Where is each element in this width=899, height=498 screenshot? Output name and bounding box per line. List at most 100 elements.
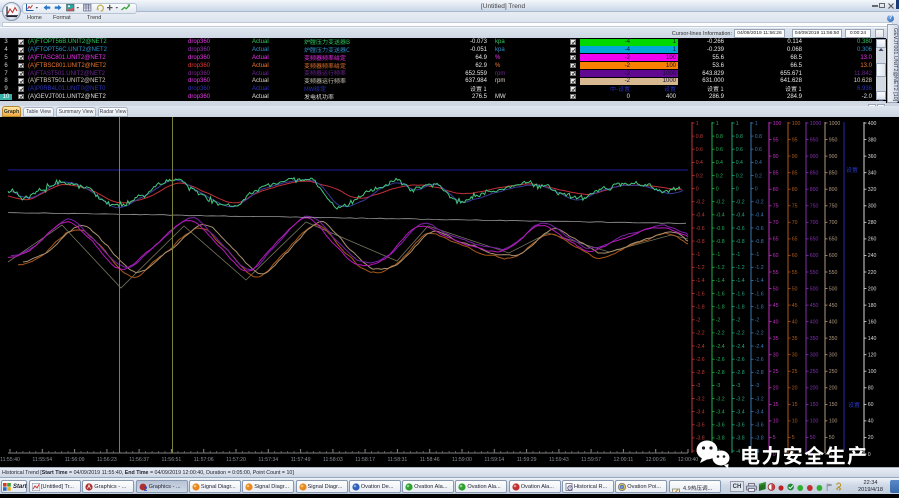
svg-text:11:56:51: 11:56:51: [161, 457, 181, 463]
svg-text:11:59:00: 11:59:00: [452, 457, 472, 463]
svg-text:320: 320: [868, 187, 877, 193]
svg-text:-1.6: -1.6: [716, 291, 725, 297]
svg-text:150: 150: [810, 402, 819, 408]
svg-text:-2.4: -2.4: [716, 344, 725, 350]
svg-text:11:58:31: 11:58:31: [387, 457, 407, 463]
svg-text:10: 10: [773, 419, 779, 425]
svg-text:-2.6: -2.6: [696, 357, 705, 363]
svg-text:-3.4: -3.4: [736, 409, 745, 415]
svg-text:100: 100: [810, 419, 819, 425]
svg-text:60: 60: [773, 253, 779, 259]
svg-text:-3: -3: [755, 383, 760, 389]
svg-text:11:58:46: 11:58:46: [420, 457, 440, 463]
svg-text:-1.2: -1.2: [736, 265, 745, 271]
svg-text:0.2: 0.2: [696, 173, 703, 179]
svg-text:-1.2: -1.2: [755, 265, 764, 271]
svg-text:50: 50: [792, 286, 798, 292]
svg-text:80: 80: [773, 187, 779, 193]
svg-text:-3.6: -3.6: [716, 423, 725, 429]
svg-text:0.8: 0.8: [736, 134, 743, 140]
svg-text:-1: -1: [716, 252, 721, 258]
svg-text:700: 700: [810, 220, 819, 226]
svg-text:70: 70: [792, 220, 798, 226]
svg-text:-2: -2: [755, 318, 760, 324]
svg-text:11:57:34: 11:57:34: [258, 457, 278, 463]
svg-text:11:59:14: 11:59:14: [484, 457, 504, 463]
svg-text:650: 650: [829, 237, 838, 243]
svg-text:-0.8: -0.8: [755, 239, 764, 245]
svg-text:1000: 1000: [810, 121, 822, 127]
svg-text:30: 30: [792, 353, 798, 359]
svg-text:45: 45: [773, 303, 779, 309]
svg-text:900: 900: [810, 154, 819, 160]
svg-text:1: 1: [696, 121, 699, 127]
svg-text:2: 2: [144, 487, 148, 492]
svg-text:200: 200: [829, 386, 838, 392]
svg-text:140: 140: [868, 336, 877, 342]
svg-text:0.8: 0.8: [716, 134, 723, 140]
svg-text:-1.6: -1.6: [696, 291, 705, 297]
svg-text:340: 340: [868, 171, 877, 177]
svg-text:85: 85: [773, 171, 779, 177]
svg-text:0.6: 0.6: [696, 147, 703, 153]
svg-text:280: 280: [868, 220, 877, 226]
svg-text:-1.4: -1.4: [755, 278, 764, 284]
svg-text:1: 1: [755, 121, 758, 127]
svg-text:0: 0: [716, 186, 719, 192]
svg-text:40: 40: [868, 419, 874, 425]
svg-text:600: 600: [829, 253, 838, 259]
svg-text:11:56:37: 11:56:37: [129, 457, 149, 463]
svg-text:-3: -3: [696, 383, 701, 389]
svg-text:-3.6: -3.6: [736, 423, 745, 429]
svg-text:-0.6: -0.6: [716, 226, 725, 232]
svg-text:55: 55: [773, 270, 779, 276]
svg-text:-0.6: -0.6: [696, 226, 705, 232]
svg-text:40: 40: [792, 319, 798, 325]
svg-text:-3.2: -3.2: [716, 396, 725, 402]
svg-text:750: 750: [810, 204, 819, 210]
svg-text:11:59:57: 11:59:57: [581, 457, 601, 463]
svg-text:-2.8: -2.8: [755, 370, 764, 376]
svg-text:-2.6: -2.6: [736, 357, 745, 363]
svg-text:400: 400: [868, 121, 877, 127]
svg-text:90: 90: [792, 154, 798, 160]
svg-text:900: 900: [829, 154, 838, 160]
svg-text:-3: -3: [716, 383, 721, 389]
svg-text:0.6: 0.6: [736, 147, 743, 153]
svg-text:300: 300: [810, 353, 819, 359]
svg-text:-0.4: -0.4: [696, 213, 705, 219]
svg-text:10: 10: [792, 419, 798, 425]
svg-text:0.4: 0.4: [716, 160, 723, 166]
svg-text:0.8: 0.8: [696, 134, 703, 140]
svg-text:-2: -2: [736, 318, 741, 324]
svg-text:450: 450: [810, 303, 819, 309]
svg-text:0.6: 0.6: [716, 147, 723, 153]
svg-text:0.2: 0.2: [736, 173, 743, 179]
svg-text:-1.6: -1.6: [736, 291, 745, 297]
svg-text:100: 100: [792, 121, 801, 127]
svg-text:-1: -1: [696, 252, 701, 258]
svg-text:85: 85: [792, 171, 798, 177]
svg-text:20: 20: [792, 386, 798, 392]
svg-text:0: 0: [755, 186, 758, 192]
svg-text:-2.2: -2.2: [696, 331, 705, 337]
svg-text:-3.6: -3.6: [696, 423, 705, 429]
svg-text:-0.2: -0.2: [696, 200, 705, 206]
svg-text:11:59:43: 11:59:43: [549, 457, 569, 463]
svg-text:15: 15: [773, 402, 779, 408]
svg-text:-0.2: -0.2: [716, 200, 725, 206]
svg-text:70: 70: [773, 220, 779, 226]
svg-text:350: 350: [829, 336, 838, 342]
svg-text:20: 20: [773, 386, 779, 392]
svg-text:75: 75: [773, 204, 779, 210]
svg-text:-2.4: -2.4: [696, 344, 705, 350]
svg-text:-3.2: -3.2: [755, 396, 764, 402]
svg-text:-1.8: -1.8: [736, 305, 745, 311]
svg-text:-2.6: -2.6: [755, 357, 764, 363]
svg-text:-2: -2: [716, 318, 721, 324]
svg-text:15: 15: [792, 402, 798, 408]
svg-text:60: 60: [792, 253, 798, 259]
svg-text:-1.6: -1.6: [755, 291, 764, 297]
svg-text:250: 250: [829, 369, 838, 375]
svg-text:0.4: 0.4: [696, 160, 703, 166]
